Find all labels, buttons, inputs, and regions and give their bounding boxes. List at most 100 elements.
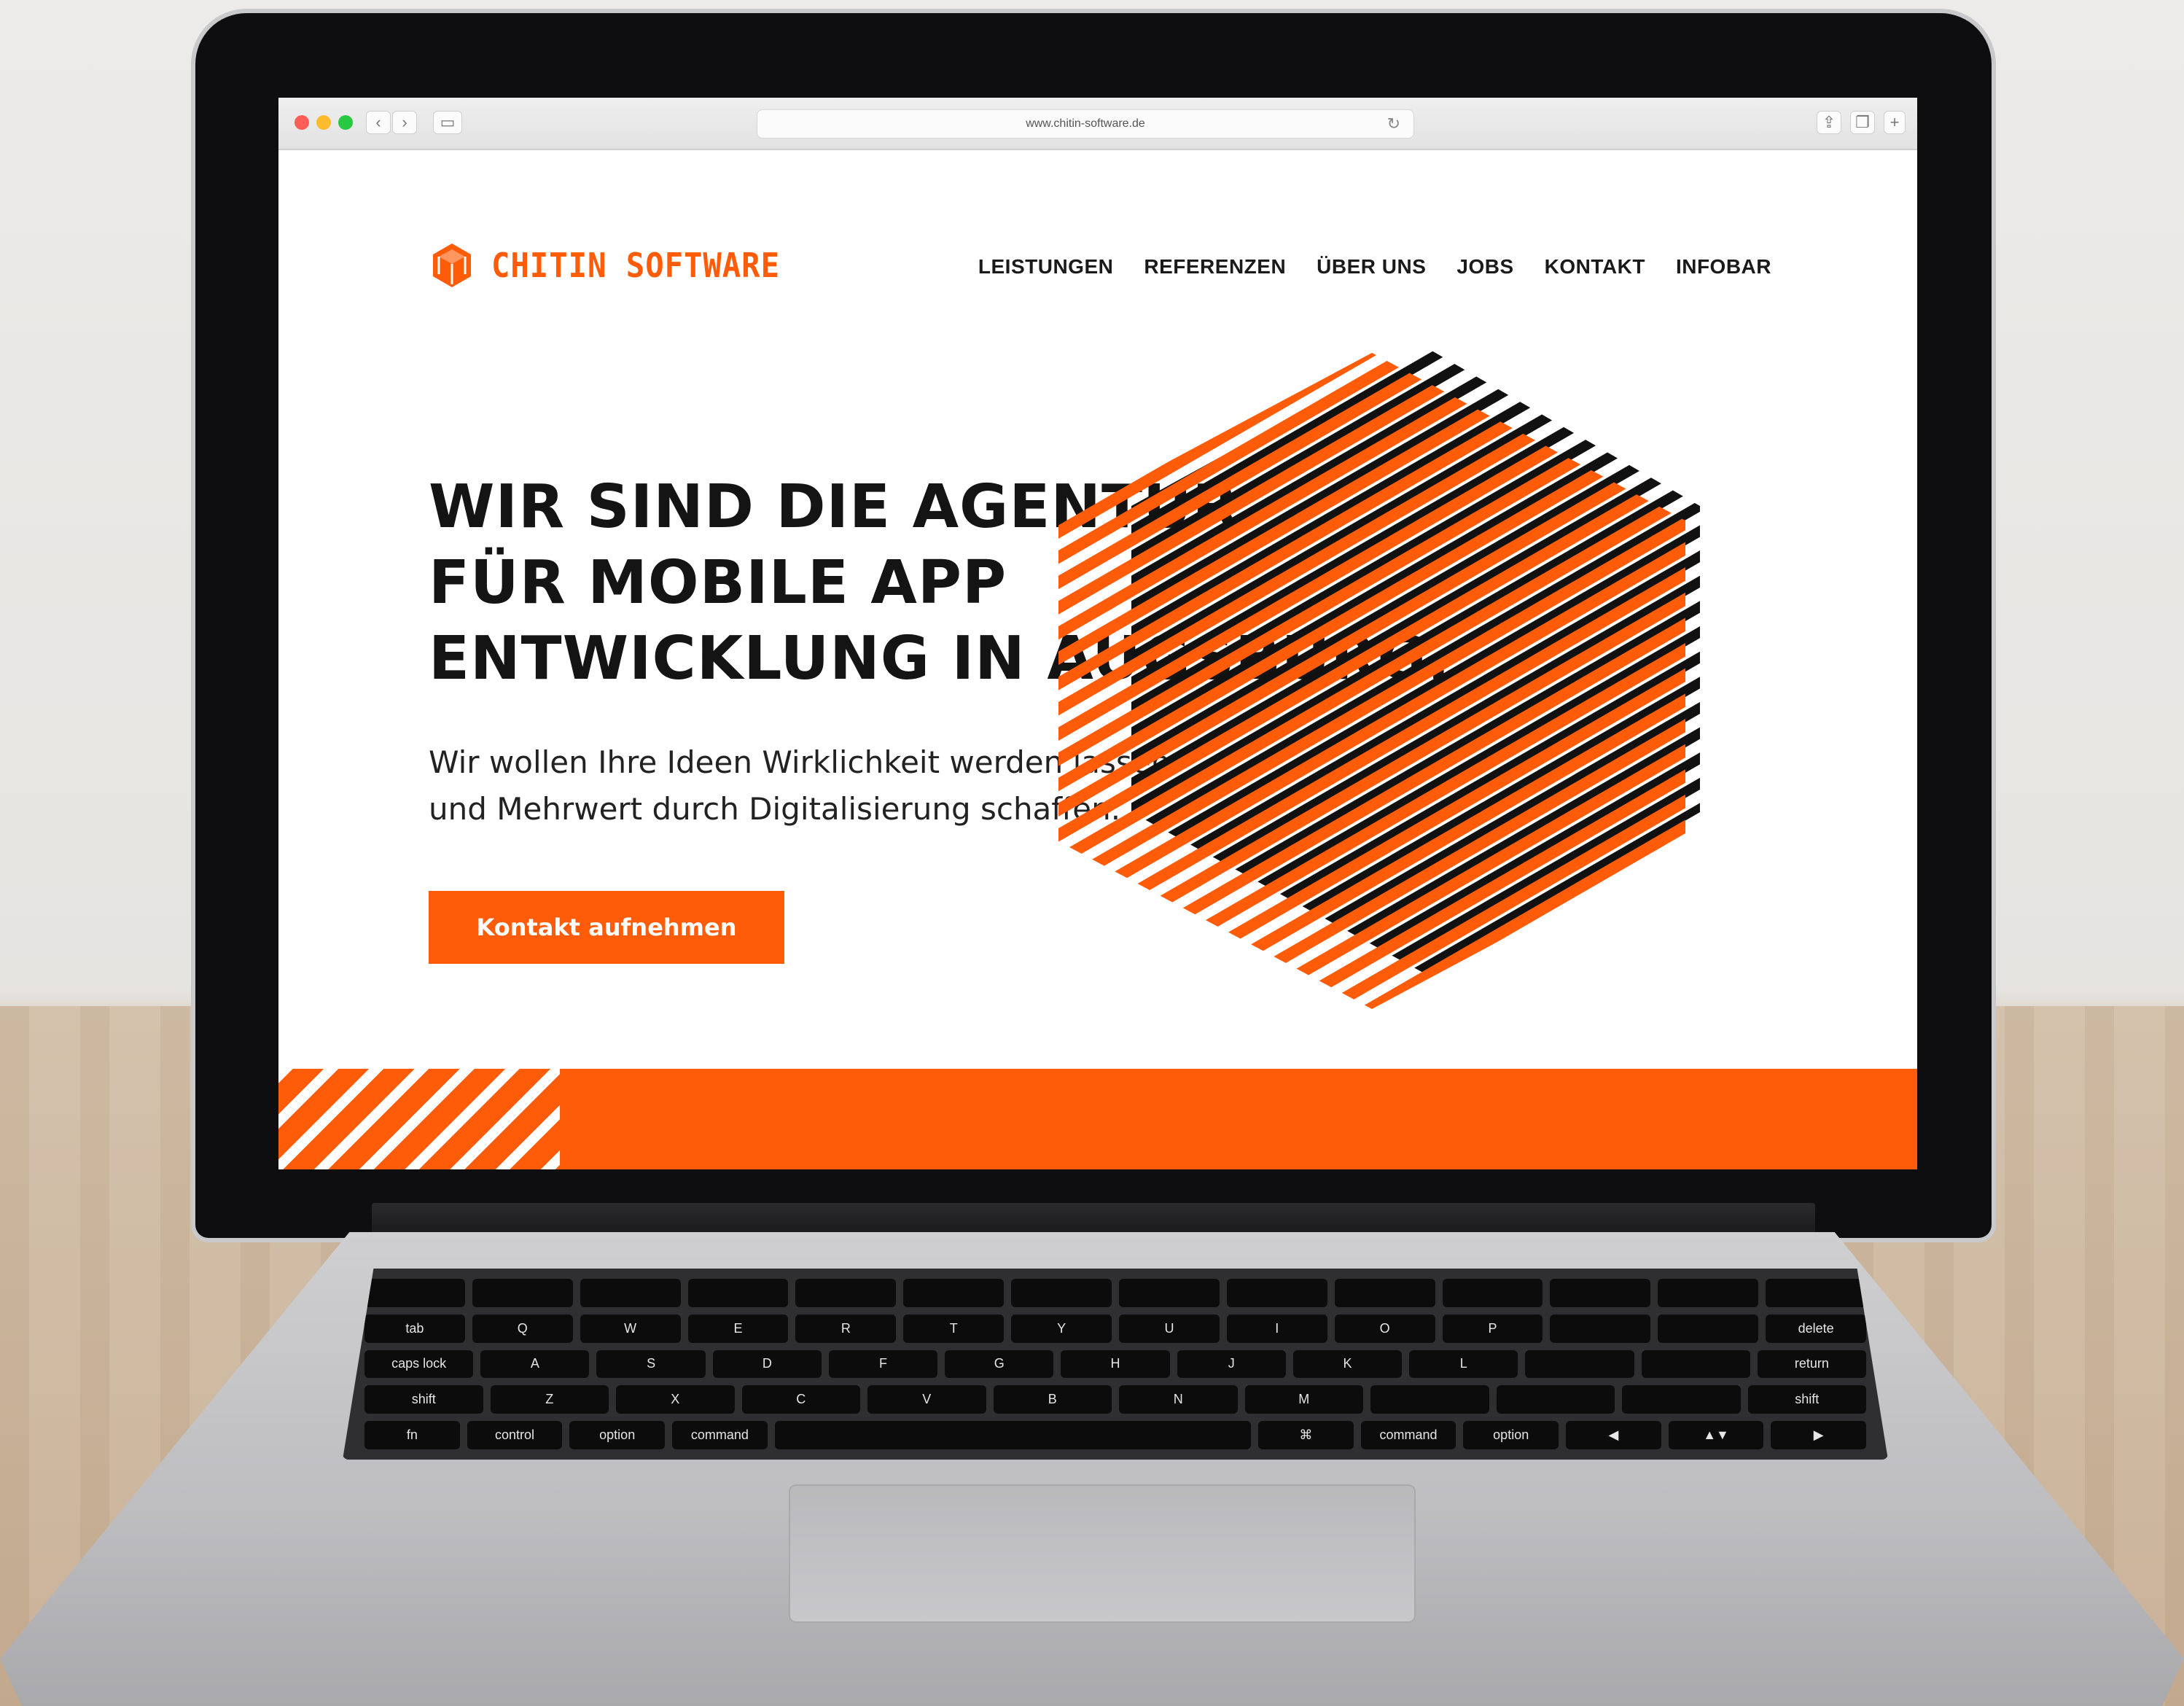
hexagon-stripe-orange (1214, 991, 1685, 1009)
key-n: N (1119, 1385, 1238, 1414)
hexagon-stripe-black (1211, 985, 1700, 1016)
hexagon-stripe-orange (1225, 1010, 1700, 1016)
striped-hexagon-graphic (1044, 346, 1700, 1016)
key-w: W (580, 1314, 681, 1343)
key-shift-left: shift (364, 1385, 483, 1414)
keyboard: tab Q W E R T Y U I O P delete caps lock… (343, 1269, 1888, 1460)
key-r: R (795, 1314, 897, 1343)
back-button[interactable]: ‹ (366, 111, 391, 134)
key-b: B (993, 1385, 1112, 1414)
key-c: C (741, 1385, 860, 1414)
key-option-right: option (1463, 1421, 1559, 1449)
share-button[interactable]: ⇪ (1817, 111, 1841, 134)
key-i: I (1226, 1314, 1327, 1343)
hexagon-stripe-black (1131, 346, 1609, 362)
key-arrow-updown: ▲▼ (1668, 1421, 1764, 1449)
key-tab: tab (364, 1314, 465, 1343)
key-v: V (867, 1385, 986, 1414)
key-l: L (1409, 1349, 1518, 1379)
key (687, 1279, 789, 1307)
key-option-left: option (569, 1421, 666, 1449)
key-j: J (1177, 1349, 1286, 1379)
maximize-window-button[interactable] (338, 115, 353, 130)
key (1766, 1279, 1867, 1307)
minimize-window-button[interactable] (316, 115, 331, 130)
key (1525, 1349, 1634, 1379)
browser-toolbar: ‹ › ▭ www.chitin-software.de ↻ ⇪ ❐ + (278, 98, 1917, 150)
main-navigation: LEISTUNGEN REFERENZEN ÜBER UNS JOBS KONT… (978, 255, 1771, 279)
key-arrow-left: ◀ (1566, 1421, 1661, 1449)
keyboard-row: fn control option command ⌘ command opti… (364, 1421, 1867, 1449)
key (795, 1279, 897, 1307)
hexagon-stripe-orange (1203, 972, 1685, 1009)
key-e: E (687, 1314, 789, 1343)
chevron-right-icon: › (402, 113, 407, 131)
key (1119, 1279, 1220, 1307)
orange-footer-band (278, 1069, 1917, 1169)
key (1550, 1279, 1651, 1307)
key (1641, 1349, 1750, 1379)
keyboard-row: tab Q W E R T Y U I O P delete (364, 1314, 1867, 1343)
key-a: A (480, 1349, 590, 1379)
key-control: control (467, 1421, 563, 1449)
nav-item-kontakt[interactable]: KONTAKT (1545, 255, 1645, 279)
key (1442, 1279, 1543, 1307)
key (472, 1279, 573, 1307)
keyboard-row (364, 1279, 1867, 1307)
key-command-right: command (1360, 1421, 1456, 1449)
key-fn: fn (364, 1421, 460, 1449)
tabs-overview-button[interactable]: ❐ (1850, 111, 1875, 134)
key-shift-right: shift (1747, 1385, 1866, 1414)
hexagon-stripe-black (1222, 1004, 1700, 1016)
site-logo[interactable]: CHITIN SOFTWARE (429, 242, 805, 289)
new-tab-button[interactable]: + (1884, 111, 1906, 134)
key-m: M (1244, 1385, 1363, 1414)
sidebar-icon: ▭ (440, 113, 456, 131)
address-bar[interactable]: www.chitin-software.de ↻ (757, 109, 1414, 139)
key-f: F (828, 1349, 938, 1379)
key-x: X (616, 1385, 735, 1414)
close-window-button[interactable] (295, 115, 309, 130)
nav-item-jobs[interactable]: JOBS (1456, 255, 1513, 279)
tabs-icon: ❐ (1855, 113, 1870, 131)
key-z: Z (490, 1385, 609, 1414)
nav-item-referenzen[interactable]: REFERENZEN (1144, 255, 1286, 279)
chevron-left-icon: ‹ (375, 113, 381, 131)
logo-text: CHITIN SOFTWARE (491, 246, 780, 285)
key-delete: delete (1766, 1314, 1867, 1343)
hexagon-logo-icon (433, 244, 471, 287)
key-arrow-right: ▶ (1771, 1421, 1867, 1449)
key (1496, 1385, 1615, 1414)
sidebar-toggle-button[interactable]: ▭ (433, 111, 462, 134)
key-command-symbol: ⌘ (1258, 1421, 1354, 1449)
url-text: www.chitin-software.de (1026, 117, 1145, 130)
forward-button[interactable]: › (392, 111, 417, 134)
key (1550, 1314, 1651, 1343)
key (1334, 1279, 1435, 1307)
hexagon-stripe-orange (1058, 353, 1624, 389)
keyboard-row: shift Z X C V B N M shift (364, 1385, 1866, 1414)
key-q: Q (472, 1314, 573, 1343)
key-t: T (903, 1314, 1005, 1343)
trackpad (789, 1484, 1416, 1623)
key-space (774, 1421, 1252, 1449)
contact-cta-button[interactable]: Kontakt aufnehmen (429, 891, 784, 964)
nav-item-ueber-uns[interactable]: ÜBER UNS (1317, 255, 1426, 279)
hexagon-stripe-orange (1044, 346, 1602, 351)
key (580, 1279, 681, 1307)
key-h: H (1061, 1349, 1170, 1379)
laptop-screen: ‹ › ▭ www.chitin-software.de ↻ ⇪ ❐ + CHI… (278, 98, 1917, 1169)
diagonal-stripe-pattern (278, 1069, 560, 1169)
key-y: Y (1011, 1314, 1112, 1343)
key-o: O (1334, 1314, 1435, 1343)
key-g: G (945, 1349, 1054, 1379)
key-k: K (1292, 1349, 1403, 1379)
key-u: U (1119, 1314, 1220, 1343)
nav-item-infobar[interactable]: INFOBAR (1676, 255, 1771, 279)
key (1011, 1279, 1112, 1307)
reload-icon[interactable]: ↻ (1387, 114, 1400, 133)
key-caps-lock: caps lock (364, 1349, 474, 1379)
key (903, 1279, 1005, 1307)
nav-item-leistungen[interactable]: LEISTUNGEN (978, 255, 1113, 279)
key (1226, 1279, 1327, 1307)
